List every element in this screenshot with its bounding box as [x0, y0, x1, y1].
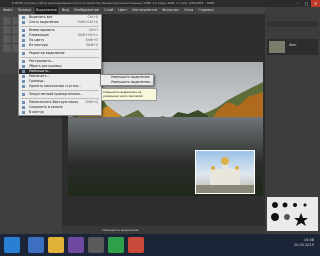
menu-item-shortcut: Shift+Ctrl+A: [77, 20, 98, 24]
menu-separator: [21, 49, 99, 50]
menu-item-icon: [22, 93, 25, 96]
shrink-submenu: Уменьшить выделение Уменьшить выделение…: [100, 74, 154, 86]
menu-separator: [21, 26, 99, 27]
menu-item-icon: [22, 101, 25, 104]
close-button[interactable]: ✕: [311, 0, 320, 7]
menu-item-label: Инвертировать: [29, 28, 55, 32]
window-title: [ГИМП] (эталон) (ЗАЧ) (наследование сетк…: [12, 1, 215, 5]
menubar-item[interactable]: Вид: [61, 7, 70, 14]
menu-item-icon: [22, 80, 25, 83]
menubar-item[interactable]: Окна: [183, 7, 194, 14]
gimp-taskbar-icon[interactable]: [88, 237, 104, 253]
explorer-icon[interactable]: [48, 237, 64, 253]
right-dock: Фон: [265, 7, 320, 234]
hint-text: Уменьшить выделение на указанное число п…: [103, 90, 143, 98]
menubar-item[interactable]: Фильтры: [161, 7, 180, 14]
menu-item-icon: [22, 44, 25, 47]
menu-item-label: Плавающее: [29, 33, 49, 37]
menu-item-label: Из контура: [29, 43, 48, 47]
move-tool-icon[interactable]: [3, 35, 11, 43]
app-icon-2[interactable]: [108, 237, 124, 253]
menu-item-label: Удалить пиксельные сгустки...: [29, 84, 82, 88]
select-menu-item[interactable]: Снять выделение Shift+Ctrl+A: [19, 20, 101, 25]
menu-item-label: Закругленный прямоугольник...: [29, 92, 84, 96]
clock: 10:48 20.05.2015: [294, 238, 314, 248]
menu-separator: [21, 57, 99, 58]
layer-name: Фон: [289, 43, 297, 47]
status-bar: Уменьшить выделение: [62, 226, 265, 234]
submenu-item-label: Уменьшить выделение…: [111, 80, 153, 84]
layer-thumbnail: [269, 41, 285, 53]
window-controls: – □ ✕: [293, 0, 320, 7]
menu-item-label: Снять выделение: [29, 20, 59, 24]
menu-item-icon: [22, 75, 25, 78]
menubar-item[interactable]: Инструменты: [131, 7, 158, 14]
brush-presets-icon: [271, 202, 308, 226]
menu-item-icon: [22, 34, 25, 37]
app-icon-3[interactable]: [128, 237, 144, 253]
menu-item-label: Сохранить в канале: [29, 105, 63, 109]
paintbrush-tool-icon[interactable]: [3, 44, 11, 52]
layer-row[interactable]: Фон: [267, 39, 318, 55]
menubar-item[interactable]: Файл: [2, 7, 14, 14]
menubar-item[interactable]: Правка: [17, 7, 32, 14]
submenu-item-label: Уменьшить выделение: [111, 75, 150, 79]
cathedral-icon: [196, 157, 254, 193]
rect-select-tool-icon[interactable]: [3, 17, 11, 25]
select-menu-item[interactable]: В контур: [19, 110, 101, 115]
menu-item-shortcut: Shift+V: [85, 43, 98, 47]
menu-item-label: Убрать растушевку: [29, 64, 62, 68]
menu-item-label: Растушевать...: [29, 59, 54, 63]
clock-time: 10:48: [303, 238, 314, 242]
status-text: Уменьшить выделение: [102, 228, 139, 232]
menu-item-icon: [22, 21, 25, 24]
maximize-button[interactable]: □: [302, 0, 311, 7]
select-menu-item[interactable]: Удалить пиксельные сгустки...: [19, 84, 101, 89]
menubar-item[interactable]: Слой: [103, 7, 114, 14]
menu-item-icon: [22, 39, 25, 42]
menu-item-label: Уменьшить...: [29, 69, 52, 73]
menubar-item[interactable]: Цвет: [117, 7, 128, 14]
menu-item-icon: [22, 29, 25, 32]
select-menu-item[interactable]: Закругленный прямоугольник...: [19, 92, 101, 97]
menu-item-label: Выделить все: [29, 15, 53, 19]
menu-hint-tooltip: Уменьшить выделение на указанное число п…: [101, 88, 157, 101]
app-icon[interactable]: [68, 237, 84, 253]
menu-item-label: По цвету: [29, 38, 45, 42]
menu-item-icon: [22, 16, 25, 19]
menu-item-icon: [22, 70, 25, 73]
menu-bar: Файл Правка Выделение Вид Изображение Слой Цве…: [0, 7, 267, 14]
menu-item-icon: [22, 106, 25, 109]
menu-item-icon: [22, 65, 25, 68]
menu-item-label: В контур: [29, 110, 44, 114]
minimize-button[interactable]: –: [293, 0, 302, 7]
window-titlebar: [ГИМП] (эталон) (ЗАЧ) (наследование сетк…: [0, 0, 320, 7]
clock-date: 20.05.2015: [293, 243, 314, 247]
menubar-item[interactable]: Изображение: [73, 7, 100, 14]
ie-icon[interactable]: [28, 237, 44, 253]
menu-item-label: Переключить быструю маску: [29, 100, 79, 104]
submenu-item[interactable]: Уменьшить выделение…: [101, 80, 153, 85]
menu-item-icon: [22, 60, 25, 63]
dock-tabs: [267, 21, 318, 27]
menu-item-label: Увеличить...: [29, 74, 50, 78]
menu-item-label: Граница...: [29, 79, 47, 83]
menu-separator: [21, 98, 99, 99]
select-menu-item[interactable]: Из контура Shift+V: [19, 43, 101, 48]
menu-separator: [21, 90, 99, 91]
brushes-panel: [267, 197, 318, 231]
menubar-item[interactable]: Выделение: [35, 7, 58, 14]
menu-item-icon: [22, 85, 25, 88]
start-button-icon[interactable]: [4, 237, 20, 253]
select-menu: Выделить все Ctrl+A Снять выделение Shift+C…: [18, 14, 102, 116]
menu-item-icon: [22, 52, 25, 55]
menu-item-icon: [22, 111, 25, 114]
free-select-tool-icon[interactable]: [3, 26, 11, 34]
taskbar: 10:48 20.05.2015: [0, 234, 320, 256]
select-menu-item[interactable]: Редактор выделения: [19, 51, 101, 56]
menubar-item[interactable]: Справка: [197, 7, 214, 14]
cathedral-inset-image: [195, 150, 255, 194]
menu-item-label: Редактор выделения: [29, 51, 65, 55]
